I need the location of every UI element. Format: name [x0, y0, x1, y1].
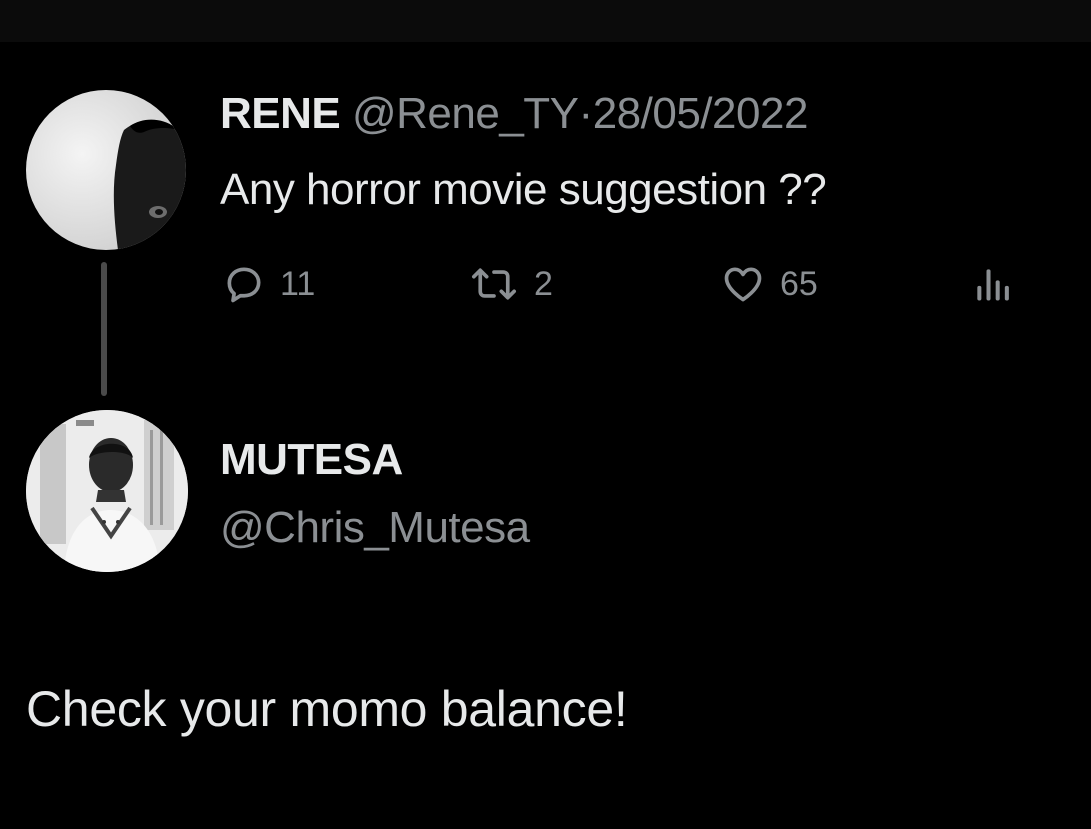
tweet-text: Any horror movie suggestion ??	[220, 165, 827, 214]
separator-dot: ·	[578, 89, 594, 138]
like-button[interactable]: 65	[720, 256, 818, 312]
display-name-rene[interactable]: RENE	[220, 89, 341, 138]
handle-mutesa[interactable]: @Chris_Mutesa	[220, 500, 530, 556]
top-strip	[0, 0, 1091, 42]
retweet-icon	[468, 262, 520, 306]
reply-count: 11	[280, 264, 316, 303]
thread-line	[101, 262, 107, 396]
views-icon	[968, 262, 1016, 306]
reply-text: Check your momo balance!	[26, 681, 628, 737]
heart-icon	[720, 262, 766, 306]
display-name-mutesa[interactable]: MUTESA	[220, 432, 403, 488]
avatar-rene[interactable]	[26, 90, 186, 250]
tweet-header: RENE @Rene_TY·28/05/2022	[220, 86, 808, 142]
tweet-date[interactable]: 28/05/2022	[593, 89, 809, 138]
retweet-count: 2	[534, 264, 553, 303]
retweet-button[interactable]: 2	[468, 256, 553, 312]
reply-icon	[222, 262, 266, 306]
views-button[interactable]	[968, 256, 1016, 312]
handle-rene[interactable]: @Rene_TY	[352, 89, 579, 138]
like-count: 65	[780, 264, 818, 303]
avatar-mutesa[interactable]	[26, 410, 188, 572]
reply-button[interactable]: 11	[222, 256, 315, 312]
